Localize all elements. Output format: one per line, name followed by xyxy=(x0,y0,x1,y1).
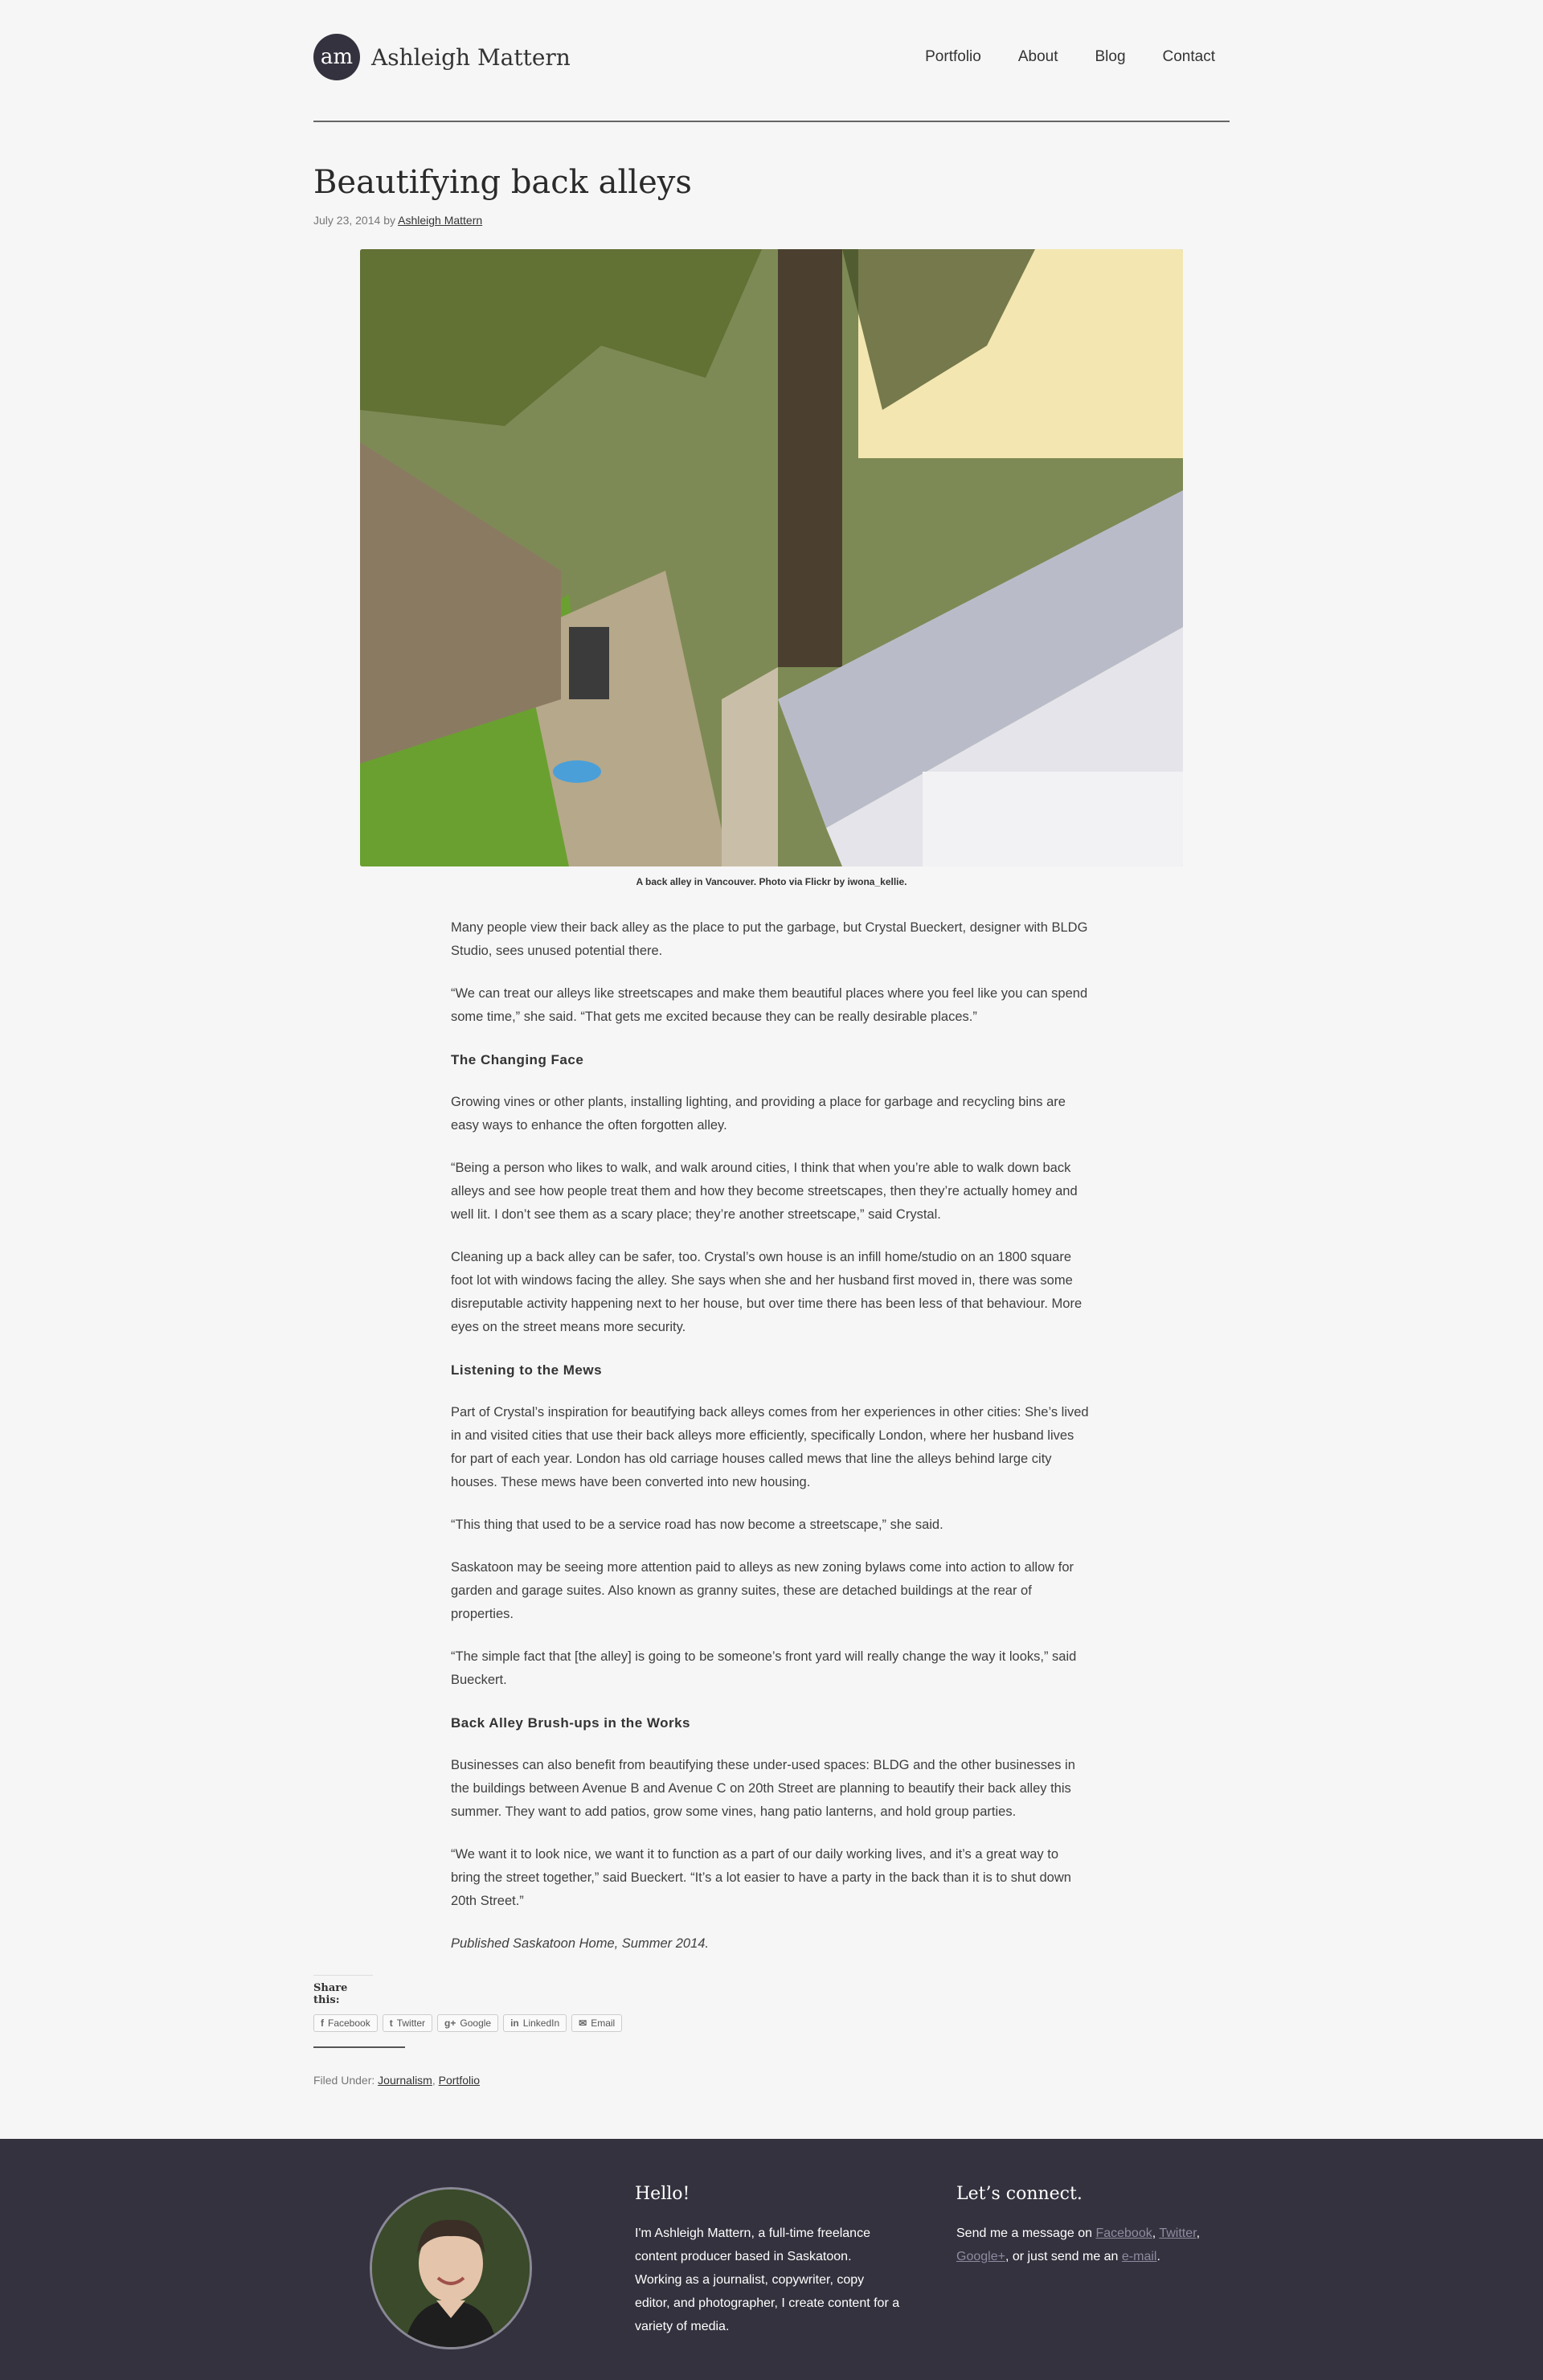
page-container: am Ashleigh Mattern Portfolio About Blog… xyxy=(313,0,1230,2087)
hello-title: Hello! xyxy=(635,2184,690,2204)
hello-text: I'm Ashleigh Mattern, a full-time freela… xyxy=(635,2226,900,2333)
share-email-button[interactable]: ✉ Email xyxy=(571,2014,623,2032)
featured-photo xyxy=(360,249,1183,866)
nav-blog[interactable]: Blog xyxy=(1095,48,1125,66)
facebook-icon: f xyxy=(321,2017,324,2029)
connect-end: . xyxy=(1156,2250,1160,2263)
category-separator: , xyxy=(432,2074,436,2087)
share-divider xyxy=(313,2046,405,2048)
share-label: Facebook xyxy=(328,2017,370,2029)
twitter-link[interactable]: Twitter xyxy=(1159,2226,1196,2240)
paragraph: Many people view their back alley as the… xyxy=(451,920,1088,958)
publication-note: Published Saskatoon Home, Summer 2014. xyxy=(451,1932,1091,1956)
site-name[interactable]: Ashleigh Mattern xyxy=(371,44,571,71)
portrait-illustration xyxy=(372,2190,530,2347)
nav-about[interactable]: About xyxy=(1018,48,1058,66)
section-heading: The Changing Face xyxy=(451,1052,584,1067)
filed-under: Filed Under: Journalism, Portfolio xyxy=(313,2074,1230,2087)
publication-note-text: Published Saskatoon Home, Summer 2014. xyxy=(451,1936,710,1951)
paragraph: “This thing that used to be a service ro… xyxy=(451,1518,943,1532)
logo-mark[interactable]: am xyxy=(313,34,360,80)
share-facebook-button[interactable]: f Facebook xyxy=(313,2014,378,2032)
connect-mid: , or just send me an xyxy=(1005,2250,1119,2263)
paragraph: “We can treat our alleys like streetscap… xyxy=(451,986,1088,1024)
filed-label: Filed Under: xyxy=(313,2074,375,2087)
twitter-icon: t xyxy=(389,2017,393,2029)
paragraph: Saskatoon may be seeing more attention p… xyxy=(451,1560,1074,1621)
nav-portfolio[interactable]: Portfolio xyxy=(925,48,981,66)
paragraph: Cleaning up a back alley can be safer, t… xyxy=(451,1250,1083,1334)
avatar xyxy=(370,2187,532,2349)
paragraph: “We want it to look nice, we want it to … xyxy=(451,1847,1071,1908)
connect-prefix: Send me a message on xyxy=(956,2226,1092,2240)
share-label: Google xyxy=(460,2017,492,2029)
share-label: LinkedIn xyxy=(522,2017,560,2029)
site-footer: Hello! I'm Ashleigh Mattern, a full-time… xyxy=(0,2139,1543,2380)
paragraph: Businesses can also benefit from beautif… xyxy=(451,1758,1075,1819)
paragraph: Part of Crystal’s inspiration for beauti… xyxy=(451,1405,1089,1489)
facebook-link[interactable]: Facebook xyxy=(1095,2226,1152,2240)
share-label: Twitter xyxy=(396,2017,426,2029)
post-by: by xyxy=(383,214,395,227)
section-heading: Listening to the Mews xyxy=(451,1362,603,1378)
share-linkedin-button[interactable]: in LinkedIn xyxy=(503,2014,567,2032)
site-header: am Ashleigh Mattern Portfolio About Blog… xyxy=(313,0,1230,122)
category-link[interactable]: Journalism xyxy=(378,2074,432,2087)
post-author-link[interactable]: Ashleigh Mattern xyxy=(398,214,482,227)
google-plus-icon: g+ xyxy=(444,2017,456,2029)
share-label: Email xyxy=(591,2017,616,2029)
connect-title: Let’s connect. xyxy=(956,2184,1083,2204)
paragraph: “Being a person who likes to walk, and w… xyxy=(451,1161,1078,1222)
post-body: Many people view their back alley as the… xyxy=(451,916,1091,1956)
post-date: July 23, 2014 xyxy=(313,214,381,227)
category-link[interactable]: Portfolio xyxy=(439,2074,480,2087)
section-heading: Back Alley Brush-ups in the Works xyxy=(451,1715,691,1731)
post-meta: July 23, 2014 by Ashleigh Mattern xyxy=(313,214,1230,227)
share-twitter-button[interactable]: t Twitter xyxy=(382,2014,433,2032)
hello-column: Hello! I'm Ashleigh Mattern, a full-time… xyxy=(635,2184,900,2338)
nav-contact[interactable]: Contact xyxy=(1163,48,1215,66)
share-google-button[interactable]: g+ Google xyxy=(437,2014,499,2032)
main-nav: Portfolio About Blog Contact xyxy=(888,48,1215,66)
alley-illustration xyxy=(360,249,1183,866)
googleplus-link[interactable]: Google+ xyxy=(956,2250,1005,2263)
share-title: Share this: xyxy=(313,1975,373,2006)
paragraph: Growing vines or other plants, installin… xyxy=(451,1095,1066,1133)
share-buttons: f Facebook t Twitter g+ Google in Linked… xyxy=(313,2014,1230,2032)
connect-text: Send me a message on Facebook, Twitter, … xyxy=(956,2226,1201,2263)
post-title: Beautifying back alleys xyxy=(313,164,692,201)
connect-column: Let’s connect. Send me a message on Face… xyxy=(956,2184,1222,2268)
linkedin-icon: in xyxy=(510,2017,519,2029)
photo-caption: A back alley in Vancouver. Photo via Fli… xyxy=(636,876,907,887)
site-logo[interactable]: am Ashleigh Mattern xyxy=(313,34,571,80)
paragraph: “The simple fact that [the alley] is goi… xyxy=(451,1649,1077,1687)
email-icon: ✉ xyxy=(579,2017,587,2029)
email-link[interactable]: e-mail xyxy=(1122,2250,1157,2263)
